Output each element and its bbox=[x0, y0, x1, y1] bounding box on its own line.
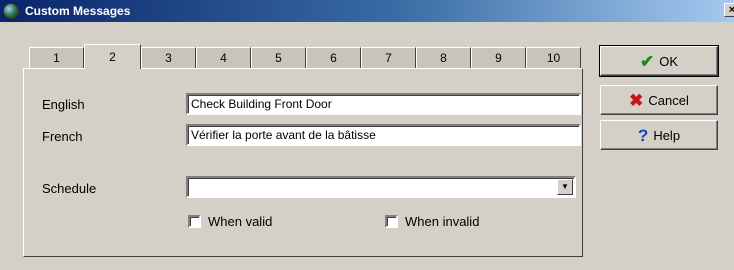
tab-10[interactable]: 10 bbox=[526, 47, 581, 69]
tab-3[interactable]: 3 bbox=[141, 47, 196, 69]
tab-5[interactable]: 5 bbox=[251, 47, 306, 69]
help-button-label: Help bbox=[653, 127, 681, 143]
ok-button[interactable]: ✔ OK bbox=[599, 45, 719, 77]
when-invalid-option[interactable]: When invalid bbox=[385, 214, 479, 229]
tab-2[interactable]: 2 bbox=[84, 44, 141, 69]
when-invalid-checkbox[interactable] bbox=[385, 215, 398, 228]
when-valid-label: When valid bbox=[208, 214, 273, 229]
schedule-select[interactable]: ▼ bbox=[186, 176, 576, 198]
title-bar: Custom Messages × bbox=[0, 0, 734, 22]
tab-6[interactable]: 6 bbox=[306, 47, 361, 69]
tab-8[interactable]: 8 bbox=[416, 47, 471, 69]
tab-1[interactable]: 1 bbox=[29, 47, 84, 69]
french-label: French bbox=[42, 129, 83, 144]
x-icon: ✖ bbox=[629, 90, 644, 110]
close-button[interactable]: × bbox=[724, 3, 734, 17]
ok-button-label: OK bbox=[659, 53, 679, 69]
checkmark-icon: ✔ bbox=[639, 51, 655, 71]
window-title: Custom Messages bbox=[25, 4, 131, 18]
when-valid-option[interactable]: When valid bbox=[188, 214, 272, 229]
tab-9[interactable]: 9 bbox=[471, 47, 526, 69]
tab-panel: English Check Building Front Door French… bbox=[23, 68, 583, 257]
app-globe-icon bbox=[3, 3, 19, 19]
question-icon: ? bbox=[637, 125, 649, 145]
cancel-button[interactable]: ✖ Cancel bbox=[600, 85, 718, 115]
help-button[interactable]: ? Help bbox=[600, 120, 718, 150]
english-field[interactable]: Check Building Front Door bbox=[186, 93, 581, 115]
schedule-label: Schedule bbox=[42, 181, 97, 196]
dropdown-arrow-icon[interactable]: ▼ bbox=[557, 179, 573, 195]
when-valid-checkbox[interactable] bbox=[188, 215, 201, 228]
english-label: English bbox=[42, 97, 85, 112]
tab-4[interactable]: 4 bbox=[196, 47, 251, 69]
french-field[interactable]: Vérifier la porte avant de la bâtisse bbox=[186, 124, 581, 146]
tab-strip: 1 2 3 4 5 6 7 8 9 10 bbox=[29, 44, 581, 69]
when-invalid-label: When invalid bbox=[405, 214, 480, 229]
cancel-button-label: Cancel bbox=[648, 92, 689, 108]
tab-7[interactable]: 7 bbox=[361, 47, 416, 69]
